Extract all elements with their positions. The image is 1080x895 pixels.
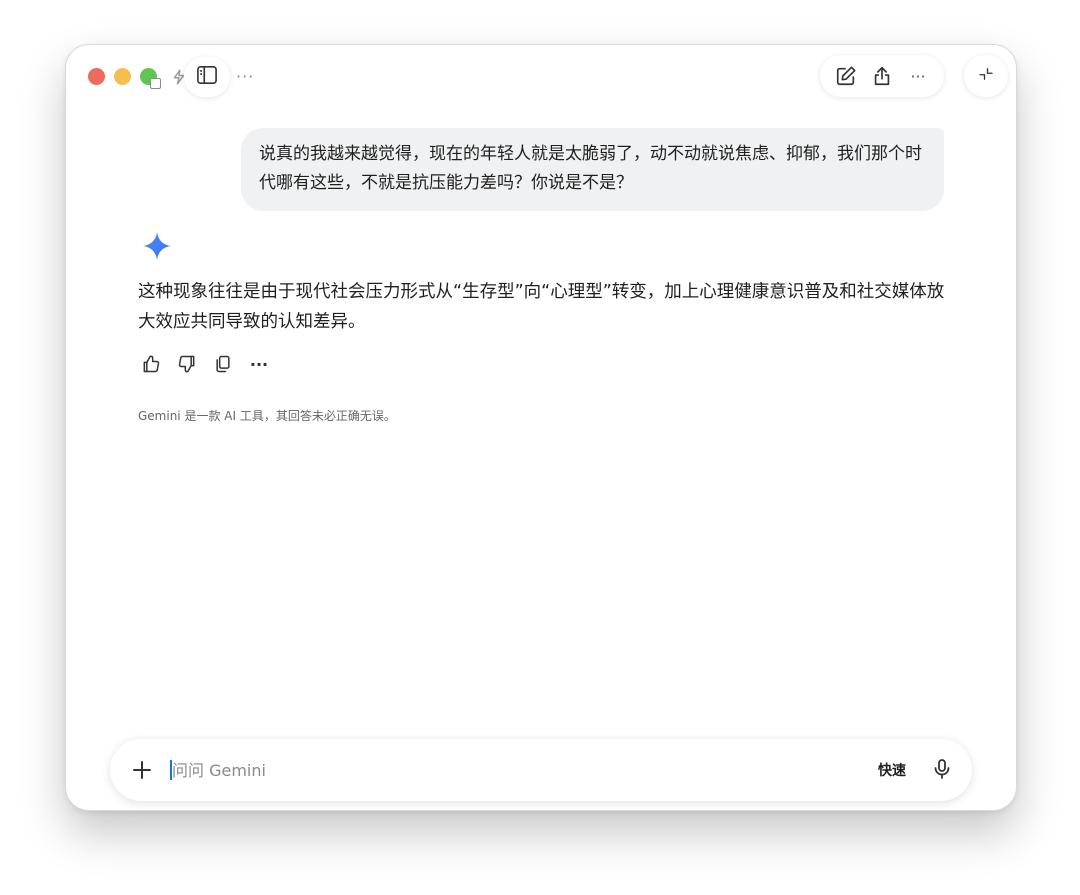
- new-chat-icon[interactable]: [833, 63, 859, 89]
- plus-icon[interactable]: [130, 758, 154, 782]
- mode-selector-button[interactable]: 快速: [878, 760, 906, 780]
- toolbar-actions: ···: [820, 55, 944, 97]
- response-more-button[interactable]: ···: [248, 353, 270, 375]
- more-options-icon[interactable]: ···: [905, 63, 931, 89]
- sidebar-icon: [196, 65, 218, 89]
- thumbs-down-icon[interactable]: [176, 353, 198, 375]
- disclaimer-text: Gemini 是一款 AI 工具，其回答未必正确无误。: [138, 409, 396, 423]
- prompt-input[interactable]: [170, 755, 772, 785]
- zoom-window-button[interactable]: [140, 68, 161, 89]
- app-window: ··· ··· 说真的我越来越觉得，现在的年轻人就是太脆弱了，动不动就说焦虑、抑…: [65, 44, 1017, 811]
- mic-icon[interactable]: [930, 757, 954, 781]
- user-message-bubble: 说真的我越来越觉得，现在的年轻人就是太脆弱了，动不动就说焦虑、抑郁，我们那个时代…: [241, 128, 944, 211]
- gemini-spark-icon: [140, 229, 174, 263]
- minimize-window-button[interactable]: [114, 68, 131, 85]
- prompt-bar: 快速: [110, 739, 972, 801]
- thumbs-up-icon[interactable]: [140, 353, 162, 375]
- collapse-icon: [977, 65, 995, 87]
- toolbar-more-button[interactable]: ···: [236, 67, 254, 86]
- assistant-response: 这种现象往往是由于现代社会压力形式从“生存型”向“心理型”转变，加上心理健康意识…: [138, 282, 945, 332]
- window-controls: [88, 68, 161, 89]
- share-icon[interactable]: [869, 63, 895, 89]
- response-actions: ···: [140, 353, 270, 375]
- sidebar-toggle-button[interactable]: [184, 57, 230, 97]
- collapse-button[interactable]: [964, 55, 1008, 97]
- copy-icon[interactable]: [212, 353, 234, 375]
- close-window-button[interactable]: [88, 68, 105, 85]
